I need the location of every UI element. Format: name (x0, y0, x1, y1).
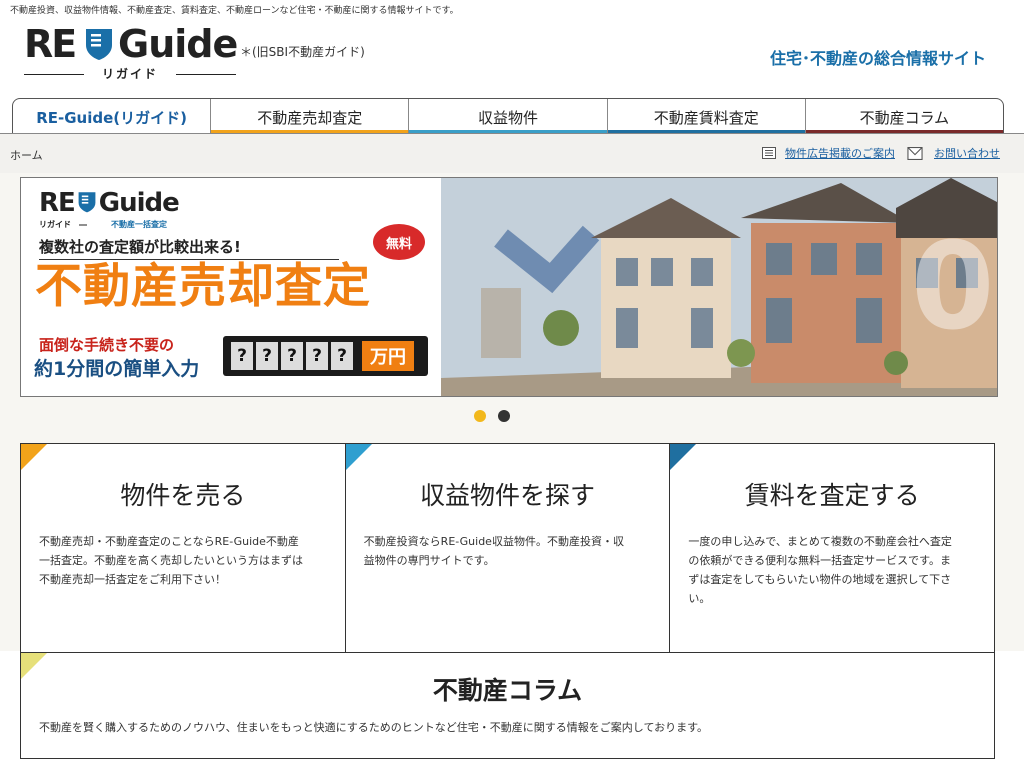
banner-compare-text: 複数社の査定額が比較出来る! (39, 236, 339, 260)
nav-item-label: 不動産賃料査定 (653, 108, 759, 127)
counter-digit: ? (281, 342, 303, 370)
banner-main-title: 不動産売却査定 (35, 259, 371, 314)
ad-listing-link[interactable]: 物件広告掲載のご案内 (785, 145, 895, 161)
houses-illustration: 0 (441, 178, 997, 396)
logo-note: ＊(旧SBI不動産ガイド) (240, 45, 365, 59)
card-text: 一度の申し込みで、まとめて複数の不動産会社へ査定の依頼ができる便利な無料一括査定… (688, 535, 952, 605)
nav-item-column[interactable]: 不動産コラム (805, 99, 1003, 133)
hero-banner[interactable]: RE Guide リガイド ― 不動産一括査定 複数社の査定額が比較出来る! 無料… (20, 177, 998, 397)
site-logo[interactable]: RE Guide リガイド (24, 22, 238, 84)
nav-item-label: RE-Guide(リガイド) (36, 108, 187, 127)
card-corner (21, 444, 47, 470)
banner-logo-kana: リガイド ― (39, 220, 87, 229)
utility-links: 物件広告掲載のご案内 お問い合わせ (762, 145, 1000, 161)
card-corner (670, 444, 697, 470)
nav-item-rent-appraisal[interactable]: 不動産賃料査定 (607, 99, 806, 133)
global-nav: RE-Guide(リガイド) 不動産売却査定 収益物件 不動産賃料査定 不動産コ… (12, 98, 1004, 133)
banner-logo-shield-icon (78, 192, 96, 213)
nav-item-label: 収益物件 (478, 108, 539, 127)
nav-item-label: 不動産売却査定 (257, 108, 363, 127)
column-title: 不動産コラム (432, 676, 583, 705)
free-badge: 無料 (373, 224, 425, 260)
counter-digit: ? (231, 342, 253, 370)
banner-easy-line2: 約1分間の簡単入力 (34, 358, 200, 380)
counter-digit: ? (306, 342, 328, 370)
banner-logo-service: 不動産一括査定 (111, 220, 167, 229)
banner-easy-line1: 面倒な手続き不要の (39, 336, 175, 354)
contact-link[interactable]: お問い合わせ (934, 145, 1000, 161)
nav-item-label: 不動産コラム (859, 108, 950, 127)
slider-dot-2[interactable] (498, 410, 510, 422)
banner-text-panel: RE Guide リガイド ― 不動産一括査定 複数社の査定額が比較出来る! 無料… (21, 178, 441, 396)
banner-logo-guide: Guide (98, 188, 180, 218)
card-title: 収益物件を探す (420, 481, 596, 510)
card-sell-property[interactable]: 物件を売る 不動産売却・不動産査定のことならRE-Guide不動産一括査定。不動… (21, 444, 346, 652)
banner-logo-re: RE (39, 188, 76, 218)
svg-text:0: 0 (911, 218, 995, 357)
banner-logo: RE Guide (39, 188, 180, 218)
mail-icon (907, 146, 923, 160)
card-rent-appraisal[interactable]: 賃料を査定する 一度の申し込みで、まとめて複数の不動産会社へ査定の依頼ができる便… (670, 444, 994, 652)
counter-digit: ? (256, 342, 278, 370)
counter-digit: ? (331, 342, 353, 370)
card-find-income-property[interactable]: 収益物件を探す 不動産投資ならRE-Guide収益物件。不動産投資・収益物件の専… (345, 444, 671, 652)
houses-photo: 0 (441, 178, 997, 396)
nav-item-re-guide[interactable]: RE-Guide(リガイド) (13, 99, 212, 133)
breadcrumb-home[interactable]: ホーム (10, 149, 43, 162)
card-title: 物件を売る (120, 481, 246, 510)
breadcrumb: ホーム (10, 147, 43, 163)
document-icon (762, 147, 776, 159)
service-cards: 物件を売る 不動産売却・不動産査定のことならRE-Guide不動産一括査定。不動… (20, 443, 995, 653)
card-text: 不動産売却・不動産査定のことならRE-Guide不動産一括査定。不動産を高く売却… (39, 535, 303, 586)
breadcrumb-bar: ホーム 物件広告掲載のご案内 お問い合わせ (0, 133, 1024, 173)
card-corner (345, 444, 372, 470)
nav-item-income-property[interactable]: 収益物件 (409, 99, 608, 133)
card-real-estate-column[interactable]: 不動産コラム 不動産を賢く購入するためのノウハウ、住まいをもっと快適にするための… (20, 653, 995, 759)
logo-shield-icon (86, 29, 112, 60)
slider-dot-1[interactable] (474, 410, 486, 422)
logo-re-text: RE (24, 22, 77, 66)
card-corner (21, 653, 47, 679)
card-text: 不動産投資ならRE-Guide収益物件。不動産投資・収益物件の専門サイトです。 (363, 535, 624, 567)
column-text: 不動産を賢く購入するためのノウハウ、住まいをもっと快適にするためのヒントなど住宅… (39, 721, 709, 734)
counter-unit: 万円 (362, 341, 414, 371)
nav-item-sale-appraisal[interactable]: 不動産売却査定 (211, 99, 410, 133)
card-title: 賃料を査定する (744, 481, 920, 510)
price-counter: ? ? ? ? ? 万円 (223, 336, 428, 376)
slider-dots (474, 410, 510, 422)
logo-subtitle: リガイド (24, 66, 236, 82)
site-tagline: 住宅･不動産の総合情報サイト (769, 49, 986, 68)
logo-guide-text: Guide (118, 22, 238, 66)
site-description: 不動産投資、収益物件情報、不動産査定、賃料査定、不動産ローンなど住宅・不動産に関… (10, 6, 459, 16)
